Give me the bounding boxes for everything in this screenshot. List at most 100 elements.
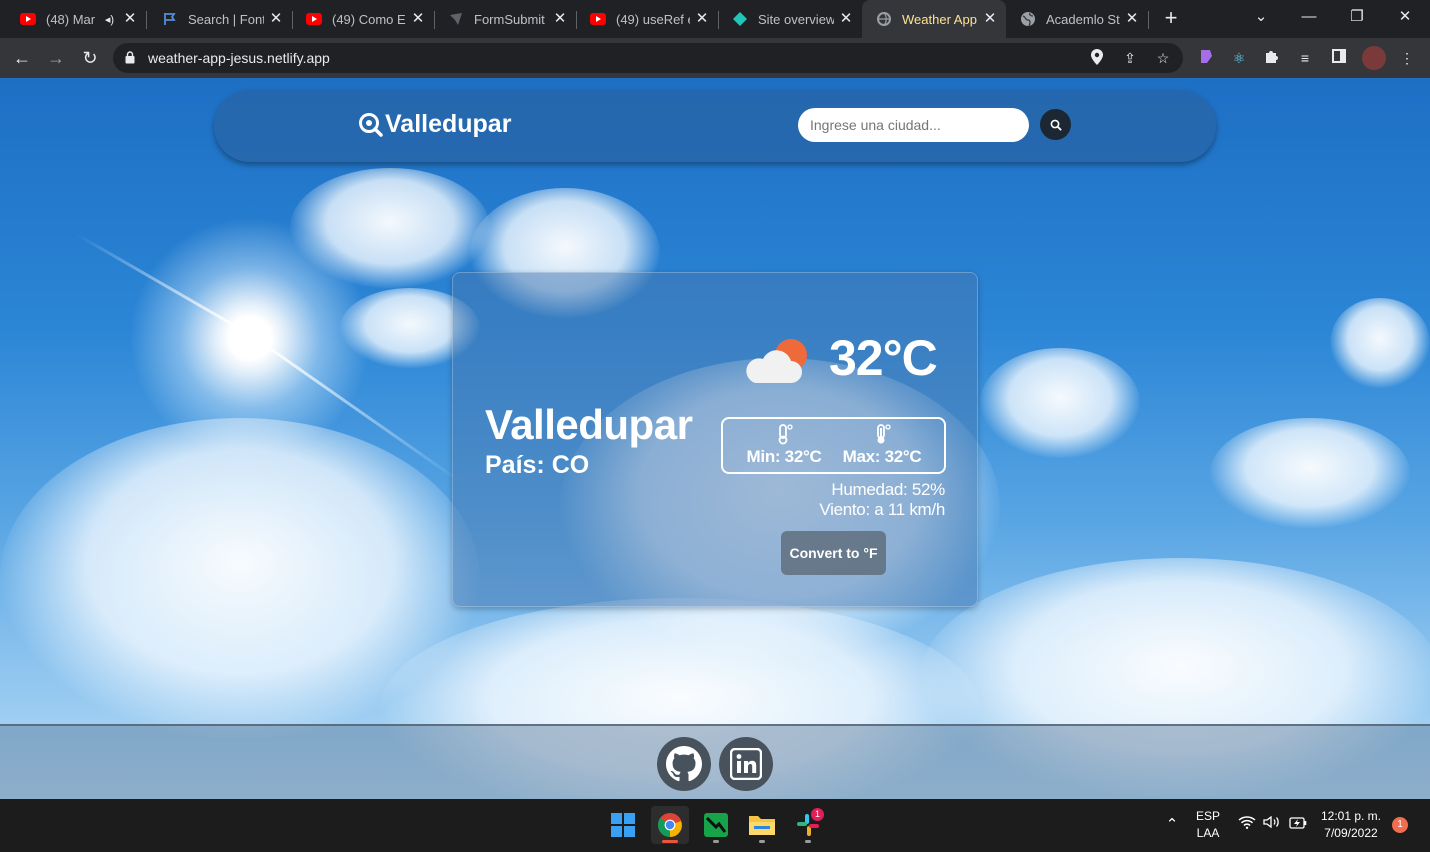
taskbar-chrome[interactable] — [651, 806, 689, 844]
tab-netlify[interactable]: Site overview ✕ — [718, 4, 862, 34]
location-search-icon — [359, 112, 383, 137]
humidity-text: Humedad: 52% — [831, 480, 945, 499]
cloud-background — [1330, 298, 1430, 388]
tab-title: Search | Font — [188, 11, 264, 27]
back-button[interactable]: ← — [10, 46, 34, 70]
reload-button[interactable]: ↻ — [78, 46, 102, 70]
netlify-icon — [732, 11, 748, 27]
formsubmit-icon — [448, 11, 464, 27]
location-pin-icon[interactable] — [1088, 49, 1106, 67]
linkedin-link[interactable] — [719, 737, 773, 791]
youtube-icon — [306, 11, 322, 27]
tab-search-chevron-icon[interactable]: ⌄ — [1238, 4, 1284, 30]
page-footer — [0, 724, 1430, 799]
close-icon[interactable]: ✕ — [982, 11, 998, 27]
share-icon[interactable]: ⇪ — [1121, 49, 1139, 67]
clock[interactable]: 12:01 p. m. 7/09/2022 — [1312, 808, 1390, 842]
tab-fontawesome[interactable]: Search | Font ✕ — [148, 4, 293, 34]
address-bar[interactable]: weather-app-jesus.netlify.app ⇪ ☆ — [113, 43, 1183, 73]
speaker-icon[interactable]: ◂) — [105, 13, 114, 26]
url-text: weather-app-jesus.netlify.app — [148, 50, 330, 66]
close-icon[interactable]: ✕ — [1124, 11, 1140, 27]
language-code: ESP — [1195, 809, 1220, 823]
side-panel-icon[interactable] — [1329, 48, 1349, 68]
taskbar-file-explorer[interactable] — [743, 806, 781, 844]
show-hidden-icons-chevron[interactable]: ⌃ — [1162, 815, 1182, 835]
city-search-input[interactable] — [798, 108, 1029, 142]
loading-globe-icon — [876, 11, 892, 27]
tab-youtube-3[interactable]: (49) useRef ex ✕ — [576, 4, 719, 34]
volume-icon[interactable] — [1262, 815, 1282, 835]
wifi-icon[interactable] — [1237, 815, 1257, 835]
notification-badge[interactable]: 1 — [1392, 817, 1408, 833]
cloud-background — [290, 168, 490, 288]
clock-date: 7/09/2022 — [1324, 826, 1378, 840]
tab-academlo[interactable]: Academlo Sto ✕ — [1006, 4, 1149, 34]
forward-button[interactable]: → — [44, 46, 68, 70]
lock-icon — [125, 51, 135, 64]
tab-formsubmit[interactable]: FormSubmit | ✕ — [434, 4, 577, 34]
taskbar-stats-app[interactable] — [697, 806, 735, 844]
start-button[interactable] — [604, 806, 642, 844]
reading-list-icon[interactable]: ≡ — [1295, 48, 1315, 68]
extension-tab-icon[interactable] — [1196, 48, 1216, 68]
tab-weather-app[interactable]: Weather App ✕ — [862, 0, 1006, 38]
battery-charging-icon[interactable] — [1288, 815, 1308, 835]
taskbar-slack[interactable]: 1 — [789, 806, 827, 844]
github-icon — [666, 746, 702, 782]
chrome-icon — [657, 813, 682, 837]
tab-title: FormSubmit | — [474, 11, 548, 27]
browser-toolbar: ← → ↻ weather-app-jesus.netlify.app ⇪ ☆ … — [0, 38, 1430, 78]
youtube-icon — [590, 11, 606, 27]
youtube-icon — [20, 11, 36, 27]
thermometer-full-icon — [877, 424, 891, 444]
new-tab-button[interactable]: + — [1160, 7, 1182, 30]
github-link[interactable] — [657, 737, 711, 791]
close-window-button[interactable]: ✕ — [1382, 4, 1428, 30]
tab-title: (49) useRef ex — [616, 11, 690, 27]
bookmark-star-icon[interactable]: ☆ — [1154, 49, 1172, 67]
search-icon — [1050, 119, 1061, 130]
close-icon[interactable]: ✕ — [122, 11, 138, 27]
stats-app-icon — [704, 813, 728, 837]
react-devtools-icon[interactable]: ⚛ — [1229, 48, 1249, 68]
close-icon[interactable]: ✕ — [552, 11, 568, 27]
tab-youtube-1[interactable]: (48) Mar ◂) ✕ — [6, 4, 147, 34]
close-icon[interactable]: ✕ — [838, 11, 854, 27]
max-temp: Max: 32°C — [842, 447, 922, 466]
profile-avatar[interactable] — [1362, 46, 1386, 70]
windows-start-icon — [611, 813, 635, 837]
file-explorer-icon — [749, 816, 775, 835]
restore-button[interactable]: ❐ — [1334, 4, 1380, 30]
city-name: Valledupar — [485, 401, 693, 448]
brand-logo: Valledupar — [358, 110, 511, 139]
thermometer-empty-icon — [778, 424, 793, 445]
close-icon[interactable]: ✕ — [694, 11, 710, 27]
min-temp-block: Min: 32°C — [739, 423, 829, 467]
tab-youtube-2[interactable]: (49) Como EN ✕ — [292, 4, 435, 34]
close-icon[interactable]: ✕ — [410, 11, 426, 27]
browser-tab-strip: (48) Mar ◂) ✕ Search | Font ✕ (49) Como … — [0, 0, 1430, 38]
weather-card: 32°C Valledupar País: CO Min: 32°C Max: … — [452, 272, 978, 607]
search-button[interactable] — [1040, 109, 1071, 140]
menu-dots-icon[interactable]: ⋮ — [1397, 48, 1417, 68]
temperature: 32°C — [829, 330, 938, 386]
tab-title: Academlo Sto — [1046, 11, 1120, 27]
tab-title: Site overview — [758, 11, 834, 27]
minimize-button[interactable]: — — [1286, 4, 1332, 30]
extensions-puzzle-icon[interactable] — [1262, 48, 1282, 68]
slack-badge: 1 — [811, 808, 824, 821]
language-indicator[interactable]: ESP LAA — [1192, 808, 1224, 842]
tab-title: (49) Como EN — [332, 11, 406, 27]
keyboard-layout: LAA — [1196, 826, 1220, 840]
min-temp: Min: 32°C — [746, 447, 822, 466]
country-code: País: CO — [485, 451, 590, 479]
partly-cloudy-icon — [746, 339, 807, 383]
max-temp-block: Max: 32°C — [837, 423, 927, 467]
clock-time: 12:01 p. m. — [1320, 809, 1382, 823]
page-viewport: Valledupar 32°C Valledupar País: CO Min — [0, 78, 1430, 799]
tab-title: Weather App — [902, 11, 977, 27]
close-icon[interactable]: ✕ — [268, 11, 284, 27]
convert-to-fahrenheit-button[interactable]: Convert to °F — [781, 531, 886, 575]
cloud-background — [1210, 418, 1410, 528]
